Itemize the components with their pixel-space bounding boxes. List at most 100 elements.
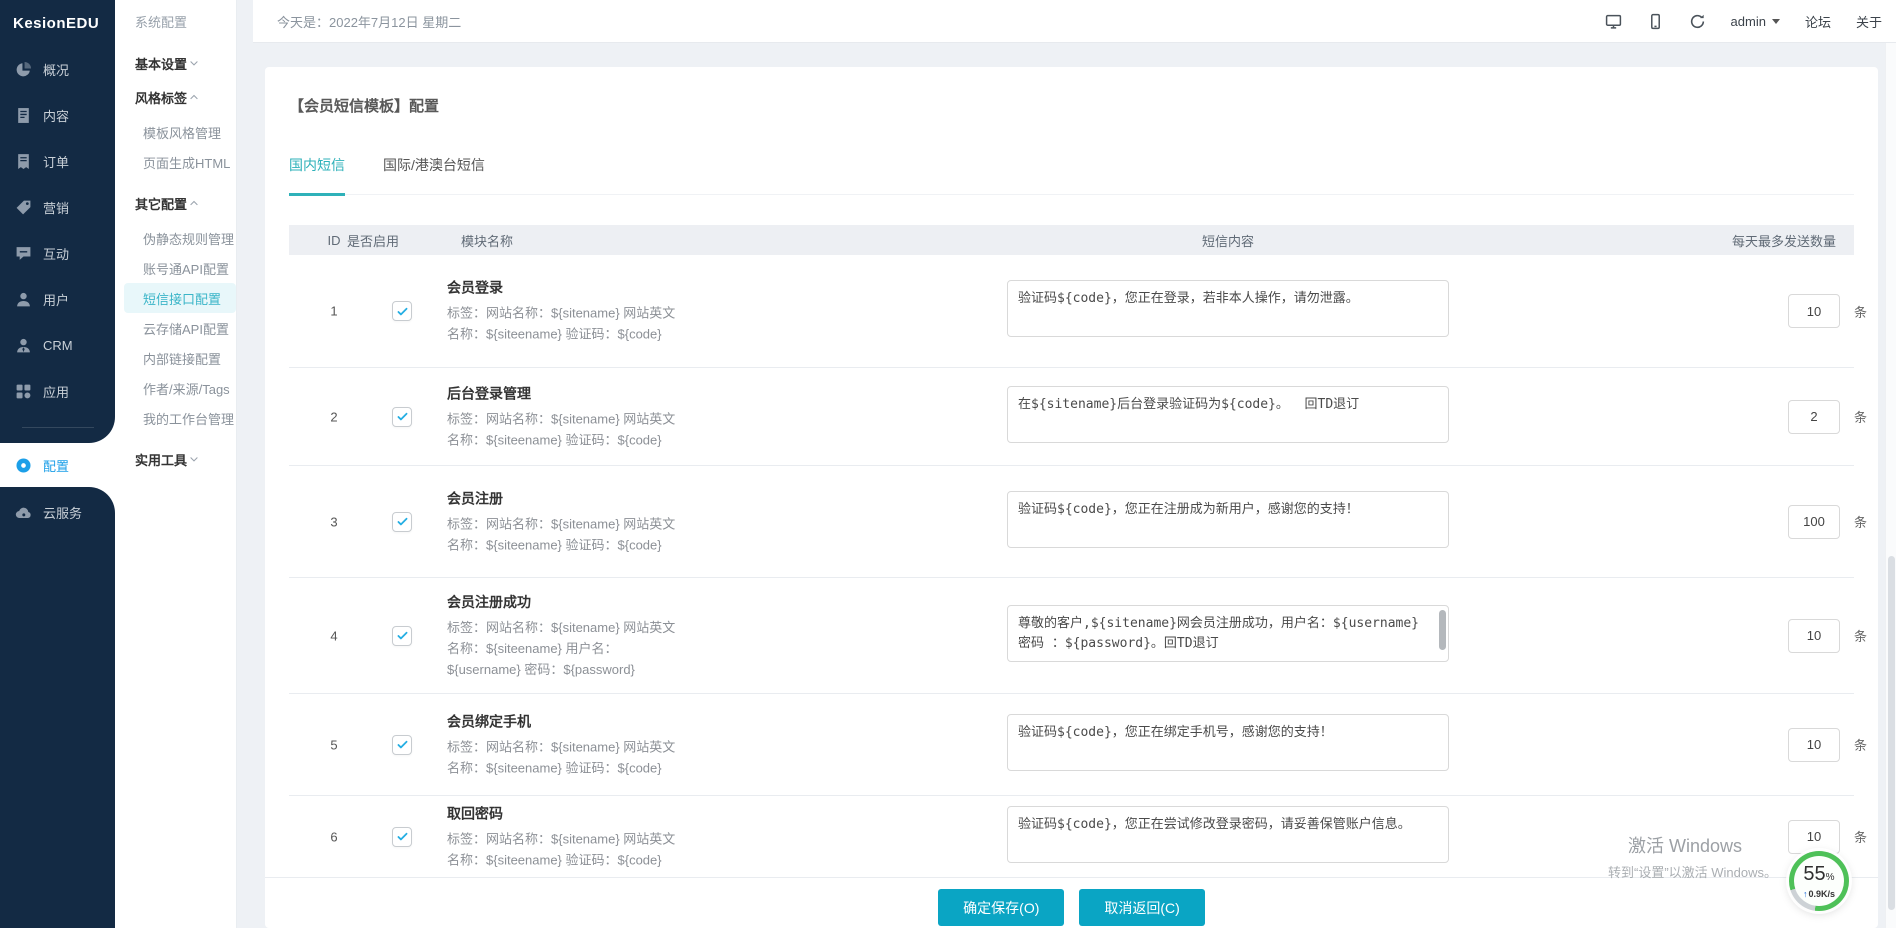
nav-sub-item[interactable]: 云存储API配置 [115, 313, 236, 343]
order-icon [15, 153, 32, 170]
module-desc: 标签：网站名称：${sitename} 网站英文名称：${siteename} … [447, 736, 685, 778]
module-cell: 会员登录 标签：网站名称：${sitename} 网站英文名称：${siteen… [447, 278, 685, 345]
admin-menu[interactable]: admin [1731, 14, 1780, 29]
nav-sub-item[interactable]: 模板风格管理 [115, 117, 236, 147]
content-cell: 在${sitename}后台登录验证码为${code}。 回TD退订 [1007, 386, 1449, 448]
module-desc-line: 标签：网站名称：${sitename} 网站英文 [447, 513, 685, 534]
module-name: 会员注册 [447, 488, 685, 508]
sidebar-item-3[interactable]: 营销 [0, 184, 115, 230]
chevron-up-icon [188, 91, 200, 103]
sms-content-textarea[interactable]: 验证码${code}，您正在绑定手机号，感谢您的支持！ [1007, 714, 1449, 771]
secondary-sidebar-title: 系统配置 [115, 0, 236, 46]
tab-intl-sms[interactable]: 国际/港澳台短信 [383, 155, 485, 194]
nav-section-header-2[interactable]: 其它配置 [115, 186, 236, 220]
forum-link[interactable]: 论坛 [1805, 12, 1831, 31]
sms-content-textarea[interactable]: 验证码${code}，您正在尝试修改登录密码，请妥善保管账户信息。 [1007, 806, 1449, 863]
daily-limit-input[interactable] [1788, 619, 1840, 653]
enabled-checkbox[interactable] [392, 827, 412, 847]
daily-limit-input[interactable] [1788, 820, 1840, 854]
sms-content-textarea[interactable]: 验证码${code}，您正在登录，若非本人操作，请勿泄露。 [1007, 280, 1449, 337]
nav-section-label: 其它配置 [135, 194, 188, 213]
enabled-checkbox[interactable] [392, 407, 412, 427]
table-row: 5 会员绑定手机 标签：网站名称：${sitename} 网站英文名称：${si… [289, 694, 1854, 796]
content-cell: 尊敬的客户,${sitename}网会员注册成功，用户名：${username}… [1007, 605, 1449, 667]
nav-section-header-0[interactable]: 基本设置 [115, 46, 236, 80]
nav-section-header-1[interactable]: 风格标签 [115, 80, 236, 114]
module-desc-line: 标签：网站名称：${sitename} 网站英文 [447, 408, 685, 429]
sidebar-item-2[interactable]: 订单 [0, 138, 115, 184]
daily-limit-input[interactable] [1788, 400, 1840, 434]
sms-content-textarea[interactable]: 尊敬的客户,${sitename}网会员注册成功，用户名：${username}… [1007, 605, 1449, 662]
nav-section-header-3[interactable]: 实用工具 [115, 442, 236, 476]
module-desc-line: ${username} 密码：${password} [447, 659, 685, 680]
content-cell: 验证码${code}，您正在尝试修改登录密码，请妥善保管账户信息。 [1007, 806, 1449, 868]
phone-icon[interactable] [1647, 13, 1664, 30]
nav-sub-item-active[interactable]: 短信接口配置 [124, 283, 236, 313]
refresh-icon[interactable] [1689, 13, 1706, 30]
download-progress-badge[interactable]: 55% ↑0.9K/s [1789, 851, 1849, 911]
nav-sub-item[interactable]: 作者/来源/Tags [115, 373, 236, 403]
tab-domestic-sms[interactable]: 国内短信 [289, 155, 345, 196]
textarea-scrollbar-thumb[interactable] [1439, 610, 1446, 650]
daily-limit-input[interactable] [1788, 294, 1840, 328]
nav-sub-item[interactable]: 伪静态规则管理 [115, 223, 236, 253]
apps-icon [15, 383, 32, 400]
nav-sub-item[interactable]: 账号通API配置 [115, 253, 236, 283]
content-cell: 验证码${code}，您正在登录，若非本人操作，请勿泄露。 [1007, 280, 1449, 342]
table-header: ID 是否启用 模块名称 短信内容 每天最多发送数量 [289, 225, 1854, 255]
unit-label: 条 [1854, 512, 1867, 531]
document-icon [15, 107, 32, 124]
about-link[interactable]: 关于 [1856, 12, 1882, 31]
enabled-checkbox[interactable] [392, 301, 412, 321]
secondary-sidebar: 系统配置 基本设置风格标签模板风格管理页面生成HTML 其它配置伪静态规则管理账号… [115, 0, 237, 928]
daily-limit-input[interactable] [1788, 505, 1840, 539]
scrollbar-thumb[interactable] [1888, 556, 1895, 910]
module-desc-line: 标签：网站名称：${sitename} 网站英文 [447, 828, 685, 849]
table-row: 4 会员注册成功 标签：网站名称：${sitename} 网站英文名称：${si… [289, 578, 1854, 694]
limit-cell: 条 [1788, 400, 1867, 434]
module-name: 会员登录 [447, 278, 685, 298]
limit-cell: 条 [1788, 619, 1867, 653]
primary-nav: 概况内容订单营销互动用户CRM应用 [0, 46, 115, 414]
sidebar-item-4[interactable]: 互动 [0, 230, 115, 276]
save-button[interactable]: 确定保存(O) [938, 889, 1064, 926]
sms-content-textarea[interactable]: 验证码${code}，您正在注册成为新用户，感谢您的支持！ [1007, 491, 1449, 548]
sidebar-item-config[interactable]: 配置 [0, 443, 115, 487]
enabled-checkbox[interactable] [392, 512, 412, 532]
table-row: 2 后台登录管理 标签：网站名称：${sitename} 网站英文名称：${si… [289, 368, 1854, 466]
nav-sub-item[interactable]: 页面生成HTML [115, 147, 236, 177]
cancel-button[interactable]: 取消返回(C) [1079, 889, 1204, 926]
marketing-icon [15, 199, 32, 216]
sidebar-item-label: 概况 [43, 60, 69, 79]
form-footer: 确定保存(O) 取消返回(C) [265, 877, 1878, 928]
nav-sub-item[interactable]: 内部链接配置 [115, 343, 236, 373]
config-icon [15, 457, 32, 474]
sidebar-item-label: 内容 [43, 106, 69, 125]
daily-limit-input[interactable] [1788, 728, 1840, 762]
sidebar-item-label: 配置 [43, 456, 69, 475]
enabled-checkbox[interactable] [392, 626, 412, 646]
sidebar-item-5[interactable]: 用户 [0, 276, 115, 322]
nav-section-label: 实用工具 [135, 450, 188, 469]
content-cell: 验证码${code}，您正在注册成为新用户，感谢您的支持！ [1007, 491, 1449, 553]
nav-section: 实用工具 [115, 442, 236, 476]
chat-icon [15, 245, 32, 262]
sms-content-textarea[interactable]: 在${sitename}后台登录验证码为${code}。 回TD退订 [1007, 386, 1449, 443]
sidebar-item-7[interactable]: 应用 [0, 368, 115, 414]
chevron-up-icon [188, 197, 200, 209]
table-body: 1 会员登录 标签：网站名称：${sitename} 网站英文名称：${site… [289, 255, 1854, 877]
sidebar-item-label: 云服务 [43, 503, 82, 522]
sidebar-item-0[interactable]: 概况 [0, 46, 115, 92]
nav-sub-item[interactable]: 我的工作台管理 [115, 403, 236, 433]
progress-percent: 55% [1803, 864, 1834, 888]
row-id: 1 [322, 304, 346, 319]
sidebar-item-cloud[interactable]: 云服务 [0, 489, 115, 535]
monitor-icon[interactable] [1605, 13, 1622, 30]
vertical-scrollbar[interactable] [1885, 43, 1896, 928]
sidebar-item-1[interactable]: 内容 [0, 92, 115, 138]
enabled-checkbox[interactable] [392, 735, 412, 755]
sidebar-item-6[interactable]: CRM [0, 322, 115, 368]
limit-cell: 条 [1788, 505, 1867, 539]
unit-label: 条 [1854, 302, 1867, 321]
sidebar-item-label: 营销 [43, 198, 69, 217]
